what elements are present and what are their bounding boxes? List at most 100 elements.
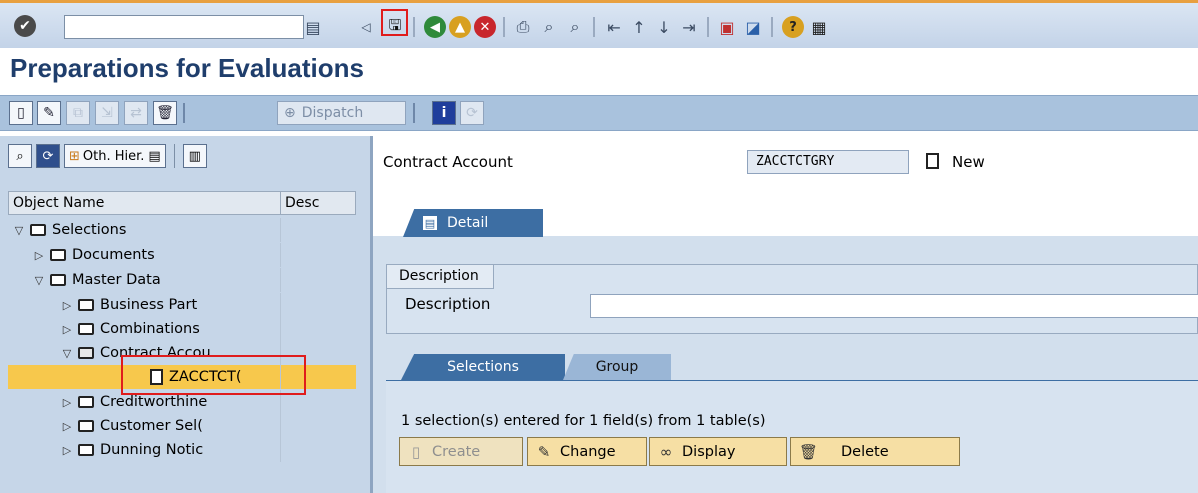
dispatch-button[interactable]: ⊕ Dispatch — [277, 101, 406, 125]
paste-icon[interactable]: ⇲ — [95, 101, 119, 125]
create-icon: ▯ — [411, 442, 421, 461]
info-icon[interactable]: i — [432, 101, 456, 125]
tree-node[interactable]: ▷ Documents — [8, 243, 356, 267]
refresh-icon[interactable]: ⟳ — [460, 101, 484, 125]
new-document-icon — [926, 153, 939, 169]
delete-icon[interactable]: 🗑 — [153, 101, 177, 125]
tree-column-header: Object Name Desc — [8, 191, 356, 215]
find-icon[interactable]: ⌕ — [538, 16, 560, 38]
exit-icon[interactable]: ▲ — [449, 16, 471, 38]
command-history-icon[interactable]: ▤ — [302, 16, 324, 38]
column-settings-icon[interactable]: ▥ — [182, 144, 207, 168]
tree-desc-cell — [280, 243, 356, 267]
create-session-icon[interactable]: ▣ — [716, 16, 738, 38]
collapse-arrow-icon[interactable]: ▷ — [60, 323, 74, 336]
page-title: Preparations for Evaluations — [10, 53, 364, 83]
trash-icon: 🗑 — [799, 442, 819, 461]
display-button-label: Display — [682, 443, 736, 460]
status-label: New — [952, 153, 985, 171]
last-page-icon[interactable]: ⇥ — [678, 16, 700, 38]
find-next-icon[interactable]: ⌕ — [564, 16, 586, 38]
new-document-icon[interactable]: ▯ — [9, 101, 33, 125]
expand-arrow-icon[interactable]: ▽ — [32, 274, 46, 287]
first-page-icon[interactable]: ⇤ — [603, 16, 625, 38]
help-icon[interactable]: ? — [782, 16, 804, 38]
tree-panel: ⌕ ⟳ ⊞ Oth. Hier. ▤ ▥ Object Name Desc ▽ … — [0, 136, 370, 493]
description-group: Description Description — [386, 264, 1198, 334]
toolbar-separator — [503, 17, 505, 37]
shortcut-icon[interactable]: ◪ — [742, 16, 764, 38]
delete-button[interactable]: 🗑 Delete — [790, 437, 960, 466]
column-description[interactable]: Desc — [281, 192, 323, 214]
tree-search-icon[interactable]: ⌕ — [8, 144, 32, 168]
open-folder-icon — [78, 347, 94, 359]
tree-desc-cell — [280, 293, 356, 317]
glasses-icon: ∞ — [659, 442, 673, 461]
tree-toolbar: ⌕ ⟳ ⊞ Oth. Hier. ▤ ▥ — [8, 144, 207, 168]
description-input[interactable] — [590, 294, 1198, 318]
collapse-arrow-icon[interactable]: ▷ — [60, 444, 74, 457]
toolbar-separator — [413, 17, 415, 37]
back-icon[interactable]: ◀ — [424, 16, 446, 38]
display-button[interactable]: ∞ Display — [649, 437, 787, 466]
collapse-arrow-icon[interactable]: ▷ — [32, 249, 46, 262]
tree-node[interactable]: ▽ Master Data — [8, 268, 356, 292]
folder-icon — [78, 396, 94, 408]
tree-node[interactable]: ▷ Customer Sel( — [8, 414, 356, 438]
tree-node-label: Business Part — [100, 297, 198, 313]
next-page-icon[interactable]: ↓ — [653, 16, 675, 38]
tab-group[interactable]: Group — [563, 354, 671, 380]
contract-account-label: Contract Account — [383, 153, 513, 171]
column-object-name[interactable]: Object Name — [9, 192, 281, 214]
toolbar-separator — [413, 103, 415, 123]
collapse-arrow-icon[interactable]: ▷ — [60, 396, 74, 409]
tree-node[interactable]: ▷ Combinations — [8, 317, 356, 341]
tree-desc-cell — [280, 317, 356, 341]
selected-node-highlight-box — [121, 355, 306, 395]
toolbar-separator — [771, 17, 773, 37]
tree-node[interactable]: ▷ Dunning Notic — [8, 438, 356, 462]
detail-panel: Contract Account ZACCTCTGRY New ▤ Detail… — [373, 136, 1198, 493]
copy-icon[interactable]: ⧉ — [66, 101, 90, 125]
edit-icon[interactable]: ✎ — [37, 101, 61, 125]
create-button-label: Create — [432, 443, 481, 460]
cancel-icon[interactable]: ✕ — [474, 16, 496, 38]
application-toolbar: ▯ ✎ ⧉ ⇲ ⇄ 🗑 ⊕ Dispatch i ⟳ — [0, 95, 1198, 131]
enter-icon[interactable]: ✔ — [14, 15, 36, 37]
collapse-arrow-icon[interactable]: ▷ — [60, 299, 74, 312]
tree-node-label: Selections — [52, 222, 127, 238]
command-field[interactable] — [64, 15, 304, 39]
layout-menu-icon[interactable]: ▦ — [808, 16, 830, 38]
change-button[interactable]: ✎ Change — [527, 437, 647, 466]
folder-icon — [78, 420, 94, 432]
transfer-icon[interactable]: ⇄ — [124, 101, 148, 125]
tree-node-label: Master Data — [72, 272, 161, 288]
tree-node[interactable]: ▷ Business Part — [8, 293, 356, 317]
hierarchy-icon: ⊞ — [69, 148, 80, 164]
expand-arrow-icon[interactable]: ▽ — [12, 224, 26, 237]
dispatch-label: Dispatch — [301, 105, 364, 121]
print-icon[interactable]: ⎙ — [512, 16, 534, 38]
contract-account-field[interactable]: ZACCTCTGRY — [747, 150, 909, 174]
collapse-arrow-icon[interactable]: ◁ — [355, 16, 377, 38]
toolbar-separator — [593, 17, 595, 37]
folder-icon — [78, 323, 94, 335]
toolbar-separator — [707, 17, 709, 37]
folder-icon — [50, 249, 66, 261]
other-hierarchy-button[interactable]: ⊞ Oth. Hier. ▤ — [64, 144, 166, 168]
tree-node[interactable]: ▽ Selections — [8, 218, 356, 242]
tab-detail[interactable]: ▤ Detail — [403, 209, 543, 237]
description-group-title: Description — [387, 265, 494, 289]
tree-body: ▽ Selections ▷ Documents ▽ Master Data ▷… — [8, 216, 356, 478]
tree-node-label: Dunning Notic — [100, 442, 204, 458]
pencil-icon: ✎ — [537, 442, 551, 461]
detail-icon: ▤ — [423, 216, 437, 230]
previous-page-icon[interactable]: ↑ — [628, 16, 650, 38]
create-button[interactable]: ▯ Create — [399, 437, 523, 466]
tree-node-label: Creditworthine — [100, 394, 208, 410]
expand-arrow-icon[interactable]: ▽ — [60, 347, 74, 360]
tab-selections[interactable]: Selections — [401, 354, 565, 380]
folder-icon — [30, 224, 46, 236]
collapse-arrow-icon[interactable]: ▷ — [60, 420, 74, 433]
tree-refresh-icon[interactable]: ⟳ — [36, 144, 60, 168]
